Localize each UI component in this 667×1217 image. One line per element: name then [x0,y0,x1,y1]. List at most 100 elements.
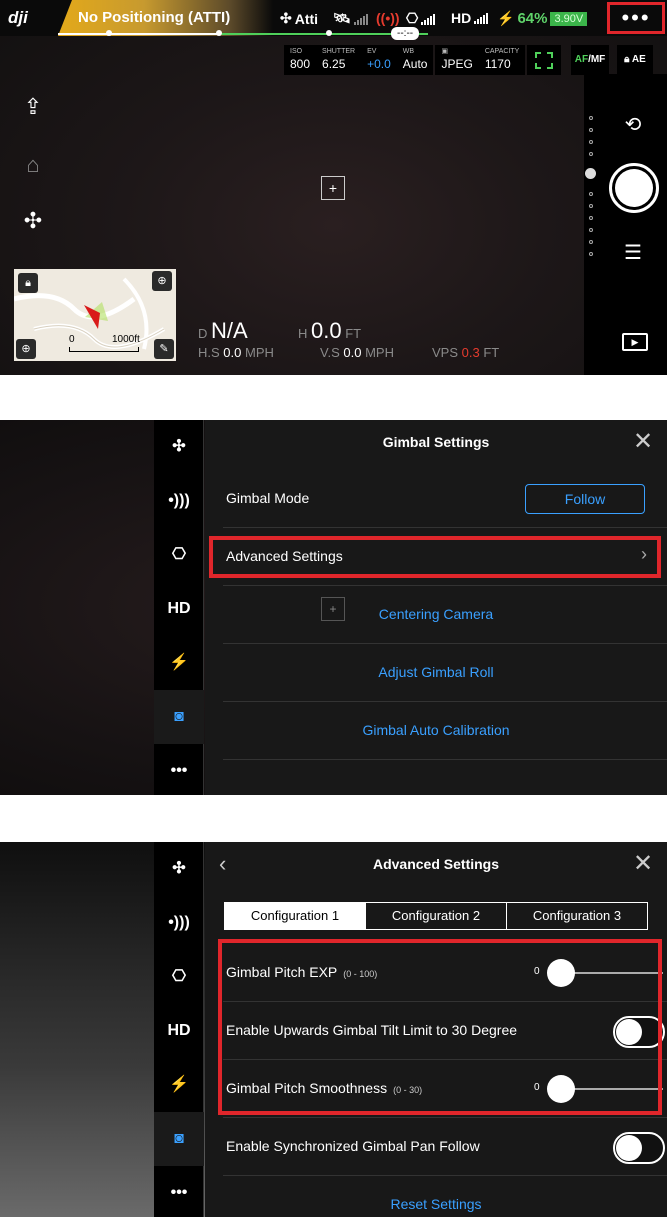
gps-signal-indicator[interactable]: 🛰 [333,10,368,27]
map-scale-start: 0 [69,334,75,345]
close-button[interactable]: ✕ [631,852,655,876]
radio-signal-indicator[interactable]: ((•)) [376,10,400,26]
toggle-thumb [616,1135,642,1161]
ev-label: EV [367,48,377,55]
sidebar-item-aircraft[interactable]: ✣ [154,420,204,474]
camera-parameters[interactable]: ISO 800 SHUTTER 6.25 EV +0.0 WB Auto ▣ JPEG C… [284,45,526,75]
aircraft-status-bar[interactable]: No Positioning (ATTI) [58,0,273,36]
return-home-button[interactable]: ⌂ [16,148,50,182]
more-icon: ••• [621,5,651,30]
camera-switch-button[interactable]: ⟲ [616,108,650,142]
battery-icon: ⚡ [169,1076,189,1093]
aircraft-status-text: No Positioning (ATTI) [78,9,231,26]
adjust-roll-row[interactable]: Adjust Gimbal Roll [223,644,667,702]
tab-configuration-3[interactable]: Configuration 3 [506,903,647,929]
configuration-tabs: Configuration 1 Configuration 2 Configur… [224,902,648,930]
mini-map[interactable]: 🔒︎ ⊕ ⊕ ✎ 0 1000ft [14,269,176,361]
map-lock-button[interactable]: 🔒︎ [18,273,38,293]
video-link-indicator[interactable]: HD [451,10,489,26]
settings-sliders-icon: ☰ [624,242,642,264]
tab-configuration-2[interactable]: Configuration 2 [365,903,506,929]
camera-view-screen: dji No Positioning (ATTI) ✣ Atti 🛰 ((•))… [0,0,667,375]
sidebar-item-more[interactable]: ••• [154,744,204,795]
camera-switch-icon: ⟲ [624,114,642,136]
radio-icon: •))) [168,914,190,931]
ae-lock-button[interactable]: 🔒︎ AE [617,45,653,75]
crosshair-icon: + [328,180,338,196]
sync-pan-row: Enable Synchronized Gimbal Pan Follow [223,1118,667,1176]
rc-signal-indicator[interactable]: ⎔ [406,10,436,27]
sidebar-item-remote-controller[interactable]: ⎔ [154,528,204,582]
flight-mode-indicator[interactable]: ✣ Atti [280,10,318,27]
gimbal-mode-label: Gimbal Mode [226,490,310,506]
gimbal-mode-follow-button[interactable]: Follow [525,484,645,514]
vps-value: 0.3 [461,345,480,360]
flight-time-label: --:-- [391,27,420,40]
ae-label: AE [631,54,646,65]
sync-pan-toggle[interactable] [613,1132,665,1164]
takeoff-button[interactable]: ⇪ [16,90,50,124]
af-mf-toggle[interactable]: AF/MF [571,45,609,75]
hs-unit: MPH [245,345,274,360]
map-scale-end: 1000ft [112,334,140,345]
playback-button[interactable]: ▶ [622,333,648,351]
vs-label: V.S [320,345,340,360]
target-icon: ⊕ [157,275,167,287]
sidebar-item-more[interactable]: ••• [154,1166,204,1217]
aircraft-icon: ✣ [172,438,186,455]
intelligent-flight-button[interactable]: ✣ [16,204,50,238]
advanced-settings-screen: ✣ •))) ⎔ HD ⚡ ◙ ••• ‹ Advanced Settings … [0,842,667,1217]
sidebar-item-remote-controller[interactable]: ⎔ [154,950,204,1004]
zoom-slider-knob[interactable] [585,168,596,179]
sidebar-item-battery[interactable]: ⚡ [154,636,204,690]
map-zoom-button[interactable]: ⊕ [16,339,36,359]
sidebar-item-aircraft[interactable]: ✣ [154,842,204,896]
return-home-icon: ⌂ [26,152,40,177]
hs-value: 0.0 [223,345,242,360]
height-label: H [298,326,308,341]
close-button[interactable]: ✕ [631,430,655,454]
map-scale-bar [69,347,139,352]
reset-settings-label: Reset Settings [390,1196,482,1212]
camera-icon: ◙ [174,708,184,725]
sidebar-item-gimbal[interactable]: ◙ [154,690,204,744]
centering-camera-row[interactable]: Centering Camera [223,586,667,644]
battery-icon: ⚡ [169,654,189,671]
more-menu-button[interactable]: ••• [607,2,665,34]
hd-label: HD [167,600,191,617]
sidebar-item-battery[interactable]: ⚡ [154,1058,204,1112]
highlight-box [218,939,662,1115]
focus-mode-button[interactable] [527,45,561,75]
highlight-box [209,536,661,578]
reset-settings-row[interactable]: Reset Settings [223,1176,667,1217]
map-target-button[interactable]: ⊕ [152,271,172,291]
panel-title: Advanced Settings [372,856,500,872]
camera-settings-button[interactable]: ☰ [616,236,650,270]
flight-mode-text: Atti [294,10,319,27]
takeoff-icon: ⇪ [23,94,43,119]
shutter-button[interactable] [609,163,659,213]
height-value: 0.0 [311,318,342,343]
sidebar-item-sensors[interactable]: •))) [154,896,204,950]
iso-label: ISO [290,48,303,55]
sidebar-item-sensors[interactable]: •))) [154,474,204,528]
shutter-value: 6.25 [322,57,346,71]
battery-indicator[interactable]: ⚡ 64% 3.90V [497,10,588,27]
sidebar-item-gimbal[interactable]: ◙ [154,1112,204,1166]
sidebar-item-hd[interactable]: HD [154,582,204,636]
timeline-marker [216,30,222,36]
settings-sidebar: ✣ •))) ⎔ HD ⚡ ◙ ••• [154,420,204,795]
remote-controller-icon: ⎔ [172,968,186,985]
height-readout: H 0.0 FT [298,318,361,344]
aircraft-icon: ✣ [23,208,43,233]
advanced-settings-panel: ‹ Advanced Settings ✕ Configuration 1 Co… [205,842,667,1217]
tab-configuration-1[interactable]: Configuration 1 [225,903,365,929]
storage-icon: ▣ [441,48,449,55]
remote-controller-icon: ⎔ [406,10,419,26]
auto-calibration-row[interactable]: Gimbal Auto Calibration [223,702,667,760]
map-clear-button[interactable]: ✎ [154,339,174,359]
horizontal-speed-readout: H.S 0.0 MPH [198,345,274,360]
dji-logo[interactable]: dji [8,6,58,30]
settings-sidebar: ✣ •))) ⎔ HD ⚡ ◙ ••• [154,842,204,1217]
sidebar-item-hd[interactable]: HD [154,1004,204,1058]
